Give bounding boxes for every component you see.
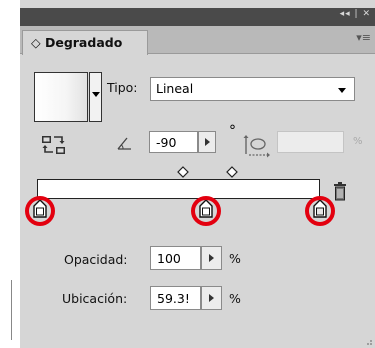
highlight-circle <box>25 196 55 226</box>
panel-menu-icon[interactable]: ▾≡ <box>356 31 371 44</box>
type-select[interactable]: Lineal <box>150 77 355 101</box>
highlight-circle <box>305 196 335 226</box>
type-label: Tipo: <box>107 80 138 95</box>
collapse-close-controls[interactable]: ◂◂ | ✕ <box>340 9 371 19</box>
chevron-right-icon <box>205 138 210 146</box>
background-line <box>11 280 12 340</box>
angle-value: -90 <box>156 135 177 150</box>
midpoint-diamond-icon[interactable] <box>226 166 238 178</box>
chevron-down-icon <box>338 88 346 93</box>
type-value: Lineal <box>156 81 194 96</box>
chevron-right-icon <box>209 294 214 302</box>
highlight-circle <box>191 196 221 226</box>
chevron-right-icon <box>209 254 214 262</box>
aspect-ratio-icon <box>243 135 270 158</box>
angle-input[interactable]: -90 <box>149 131 198 153</box>
midpoint-diamond-icon[interactable] <box>177 166 189 178</box>
opacity-label: Opacidad: <box>64 252 128 267</box>
location-value: 59.3! <box>157 291 190 306</box>
angle-unit: ° <box>229 123 236 139</box>
aspect-ratio-unit: % <box>353 136 363 147</box>
chevron-down-icon <box>92 92 100 97</box>
resize-grip-icon[interactable] <box>363 336 373 346</box>
trash-icon[interactable] <box>332 181 348 201</box>
opacity-dropdown-button[interactable] <box>201 246 222 270</box>
swatch-dropdown-button[interactable] <box>89 72 102 122</box>
angle-icon <box>117 137 131 150</box>
opacity-unit: % <box>229 251 241 266</box>
tab-degradado[interactable]: ◇ Degradado <box>22 30 148 55</box>
reverse-gradient-icon[interactable] <box>42 134 66 156</box>
location-label: Ubicación: <box>62 291 128 306</box>
location-dropdown-button[interactable] <box>201 286 222 310</box>
angle-dropdown-button[interactable] <box>198 131 216 153</box>
location-unit: % <box>229 291 241 306</box>
location-input[interactable]: 59.3! <box>150 286 201 310</box>
gradient-slider-bar[interactable] <box>37 179 320 199</box>
opacity-value: 100 <box>157 251 181 266</box>
gradient-swatch[interactable] <box>34 72 88 122</box>
aspect-ratio-input <box>277 131 344 153</box>
tab-label: ◇ Degradado <box>31 35 123 50</box>
panel-titlebar: ◂◂ | ✕ <box>20 8 375 26</box>
opacity-input[interactable]: 100 <box>150 246 201 270</box>
